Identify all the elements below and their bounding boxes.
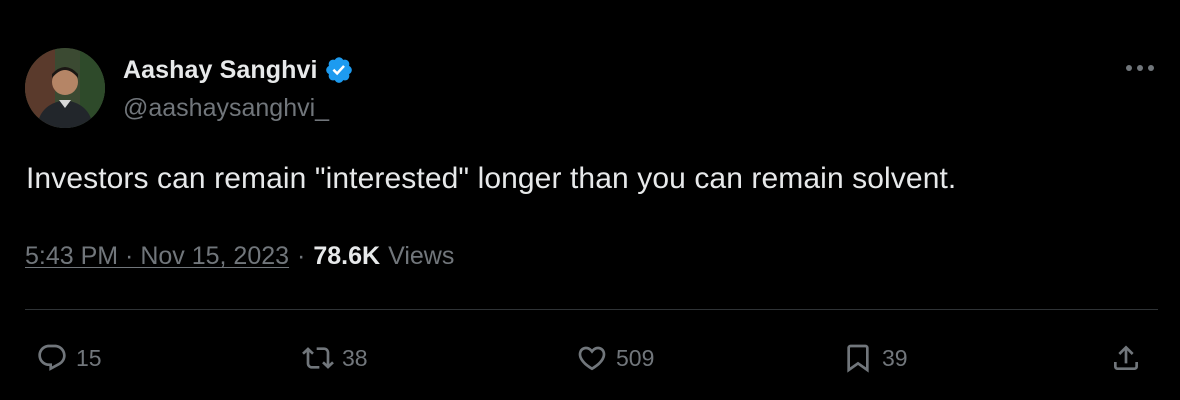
author-handle[interactable]: @aashaysanghvi_: [123, 94, 329, 123]
retweet-button[interactable]: 38: [302, 336, 368, 380]
bookmark-icon: [847, 344, 869, 373]
retweet-icon: [302, 347, 334, 369]
reply-icon: [38, 344, 66, 371]
author-display-name[interactable]: Aashay Sanghvi: [123, 56, 318, 85]
retweet-count: 38: [342, 344, 368, 371]
share-icon: [1114, 345, 1138, 370]
timestamp-link[interactable]: 5:43 PM · Nov 15, 2023: [25, 242, 289, 271]
more-icon: [1126, 65, 1154, 71]
like-button[interactable]: 509: [576, 336, 654, 380]
avatar[interactable]: [25, 48, 105, 128]
tweet-text: Investors can remain "interested" longer…: [26, 162, 957, 195]
divider: [25, 309, 1158, 310]
author-name-row: Aashay Sanghvi: [123, 52, 354, 88]
tweet-card: Aashay Sanghvi @aashaysanghvi_ Investors…: [0, 0, 1180, 400]
avatar-photo-icon: [25, 48, 105, 128]
verified-badge-icon[interactable]: [324, 55, 354, 85]
meta-separator: ·: [297, 242, 306, 270]
heart-icon: [578, 346, 606, 371]
share-button[interactable]: [1110, 336, 1142, 380]
reply-button[interactable]: 15: [36, 336, 102, 380]
more-options-button[interactable]: [1120, 56, 1160, 80]
bookmark-button[interactable]: 39: [842, 336, 908, 380]
tweet-meta: 5:43 PM · Nov 15, 2023 · 78.6K Views: [25, 242, 454, 271]
views-label: Views: [388, 242, 455, 270]
bookmark-count: 39: [882, 344, 908, 371]
reply-count: 15: [76, 344, 102, 371]
views-count: 78.6K: [313, 242, 381, 270]
action-bar: 15 38 509 39: [0, 336, 1180, 380]
like-count: 509: [616, 344, 655, 371]
